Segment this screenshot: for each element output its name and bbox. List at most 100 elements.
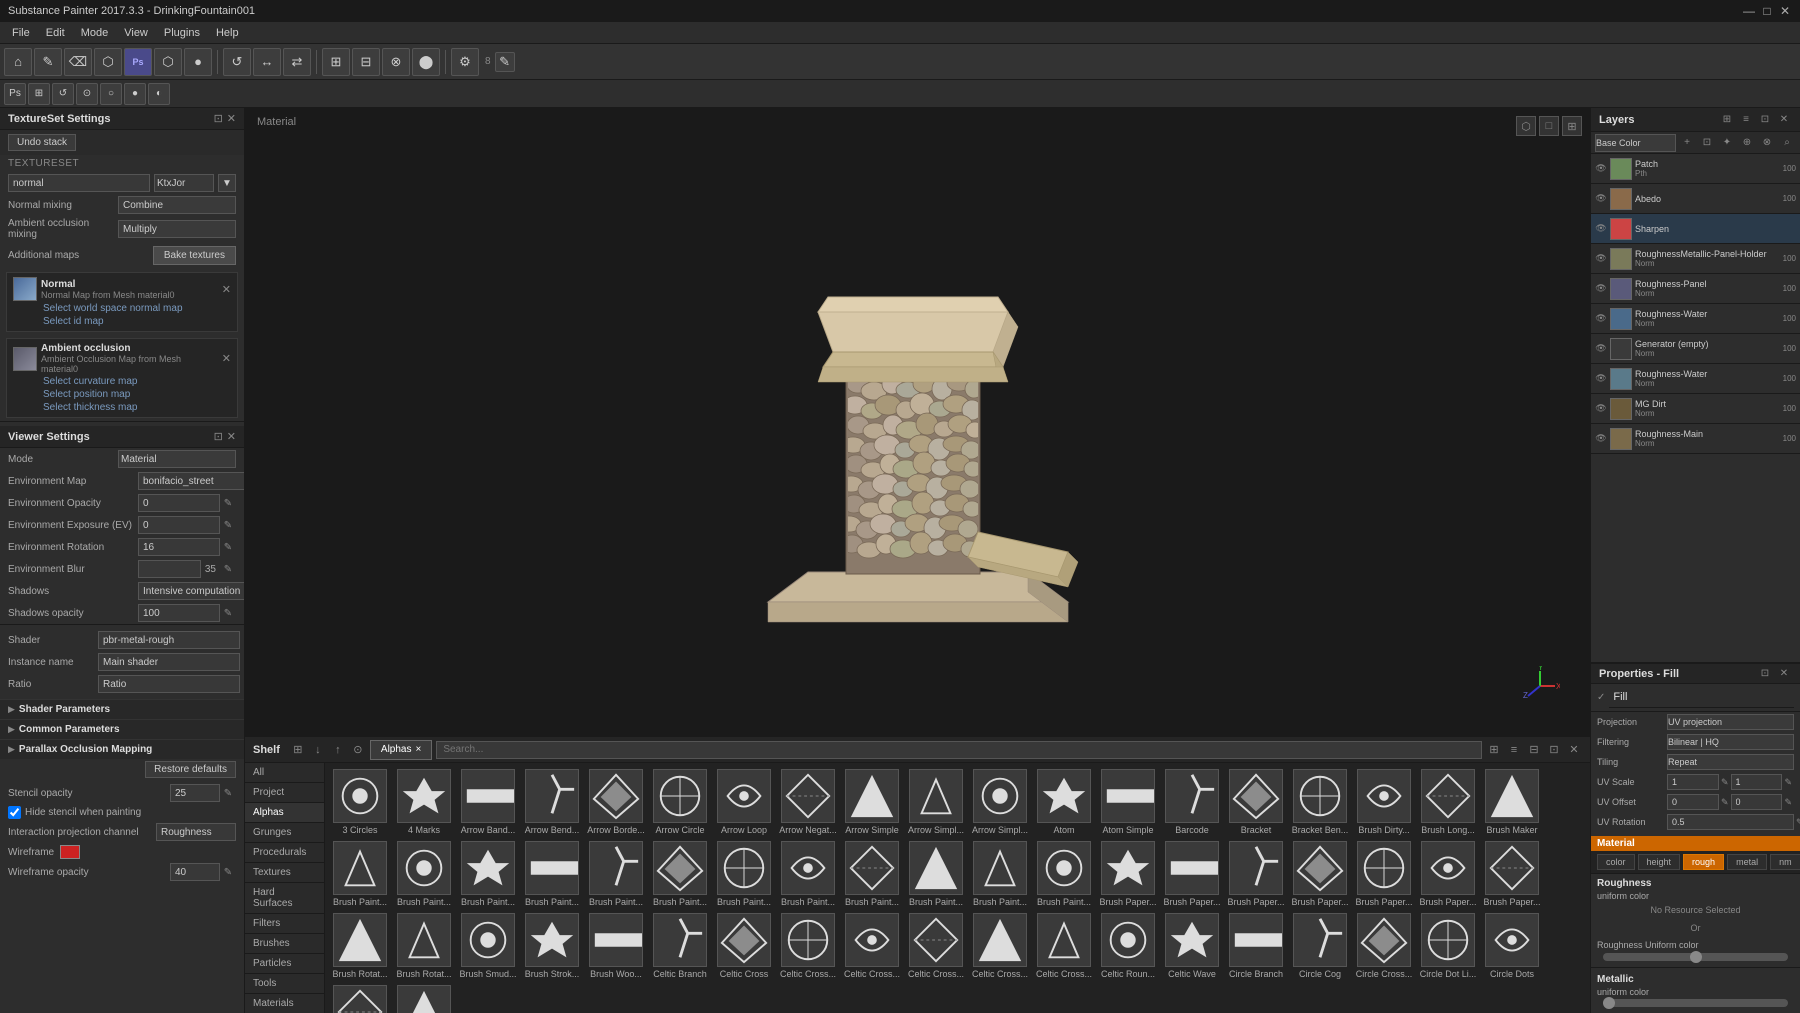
layer-tool-add[interactable]: + [1678, 134, 1696, 152]
base-color-select[interactable]: Base Color [1595, 134, 1676, 152]
shelf-item-20[interactable]: Brush Paint... [393, 839, 455, 909]
layer-eye-2[interactable]: 👁 [1595, 223, 1607, 235]
textureset-header[interactable]: TextureSet Settings ⊡ ✕ [0, 108, 244, 130]
tb2-btn4[interactable]: ⊙ [76, 83, 98, 105]
shelf-item-37[interactable]: Brush Paper... [1481, 839, 1543, 909]
hide-stencil-checkbox[interactable] [8, 806, 21, 819]
shelf-item-5[interactable]: Arrow Circle [649, 767, 711, 837]
layers-icon1[interactable]: ⊞ [1719, 112, 1735, 128]
shelf-icon-btn1[interactable]: ⊞ [1486, 742, 1502, 758]
shelf-item-49[interactable]: Celtic Cross... [1033, 911, 1095, 981]
shelf-item-19[interactable]: Brush Paint... [329, 839, 391, 909]
vp-nav-btn1[interactable]: ⬡ [1516, 116, 1536, 136]
shelf-item-46[interactable]: Celtic Cross... [841, 911, 903, 981]
roughness-slider[interactable] [1603, 953, 1788, 961]
shelf-item-29[interactable]: Brush Paint... [969, 839, 1031, 909]
layer-eye-1[interactable]: 👁 [1595, 193, 1607, 205]
toolbar-settings-btn[interactable]: ⚙ [451, 48, 479, 76]
layer-eye-3[interactable]: 👁 [1595, 253, 1607, 265]
shelf-item-58[interactable]: Circle Empty... [393, 983, 455, 1013]
toolbar-eraser-btn[interactable]: ⌫ [64, 48, 92, 76]
mat-tab-metal[interactable]: metal [1727, 854, 1767, 870]
mat-tab-height[interactable]: height [1638, 854, 1681, 870]
shelf-cat-filters[interactable]: Filters [245, 914, 324, 934]
shelf-item-42[interactable]: Brush Woo... [585, 911, 647, 981]
stencil-input[interactable] [170, 784, 220, 802]
ao-map-close[interactable]: ✕ [222, 352, 231, 365]
shelf-settings-btn[interactable]: ⊙ [350, 742, 366, 758]
shadows-opacity-input[interactable] [138, 604, 220, 622]
tiling-select[interactable]: Repeat [1667, 754, 1794, 770]
props-expand-btn[interactable]: ⊡ [1757, 666, 1773, 682]
shadows-opacity-edit[interactable]: ✎ [220, 605, 236, 621]
toolbar-3d-btn[interactable]: ⬡ [154, 48, 182, 76]
shelf-item-2[interactable]: Arrow Band... [457, 767, 519, 837]
shelf-cat-alphas[interactable]: Alphas [245, 803, 324, 823]
toolbar-home-btn[interactable]: ⌂ [4, 48, 32, 76]
shelf-item-23[interactable]: Brush Paint... [585, 839, 647, 909]
mat-tab-color[interactable]: color [1597, 854, 1635, 870]
layer-eye-8[interactable]: 👁 [1595, 403, 1607, 415]
maximize-btn[interactable]: □ [1760, 4, 1774, 18]
shelf-item-54[interactable]: Circle Cross... [1353, 911, 1415, 981]
shelf-cat-grunges[interactable]: Grunges [245, 823, 324, 843]
shelf-item-51[interactable]: Celtic Wave [1161, 911, 1223, 981]
shelf-item-33[interactable]: Brush Paper... [1225, 839, 1287, 909]
undo-stack-btn[interactable]: Undo stack [8, 134, 76, 151]
toolbar-rotate-btn[interactable]: ↺ [223, 48, 251, 76]
shelf-item-41[interactable]: Brush Strok... [521, 911, 583, 981]
shelf-item-53[interactable]: Circle Cog [1289, 911, 1351, 981]
uv-scale-input2[interactable] [1731, 774, 1783, 790]
shelf-item-32[interactable]: Brush Paper... [1161, 839, 1223, 909]
toolbar-flip-btn[interactable]: ↔ [253, 48, 281, 76]
metallic-slider[interactable] [1603, 999, 1788, 1007]
env-opacity-input[interactable] [138, 494, 220, 512]
vp-nav-btn2[interactable]: □ [1539, 116, 1559, 136]
shelf-item-39[interactable]: Brush Rotat... [393, 911, 455, 981]
menu-view[interactable]: View [116, 22, 156, 44]
layer-tool-copy[interactable]: ⊕ [1738, 134, 1756, 152]
layers-icon3[interactable]: ⊡ [1757, 112, 1773, 128]
projection-select[interactable]: UV projection [1667, 714, 1794, 730]
shelf-item-22[interactable]: Brush Paint... [521, 839, 583, 909]
titlebar-controls[interactable]: — □ ✕ [1742, 4, 1792, 18]
shelf-item-21[interactable]: Brush Paint... [457, 839, 519, 909]
viewport[interactable]: Material ⬡ □ ⊞ [245, 108, 1590, 736]
shelf-item-30[interactable]: Brush Paint... [1033, 839, 1095, 909]
viewer-settings-header[interactable]: Viewer Settings ⊡ ✕ [0, 426, 244, 448]
shelf-item-7[interactable]: Arrow Negat... [777, 767, 839, 837]
shelf-cat-materials[interactable]: Materials [245, 994, 324, 1013]
shelf-item-43[interactable]: Celtic Branch [649, 911, 711, 981]
viewer-close-btn[interactable]: ✕ [227, 430, 236, 443]
vp-nav-btn3[interactable]: ⊞ [1562, 116, 1582, 136]
viewer-expand-btn[interactable]: ⊡ [214, 430, 223, 443]
layer-item-8[interactable]: 👁 MG Dirt Norm 100 [1591, 394, 1800, 424]
resolution-btn[interactable]: ▼ [218, 174, 236, 192]
toolbar-render-btn[interactable]: ⬤ [412, 48, 440, 76]
tb2-btn2[interactable]: ⊞ [28, 83, 50, 105]
shelf-item-8[interactable]: Arrow Simple [841, 767, 903, 837]
layer-item-1[interactable]: 👁 Abedo 100 [1591, 184, 1800, 214]
shelf-search-input[interactable] [436, 741, 1482, 759]
normal-mixing-select[interactable]: Combine [118, 196, 236, 214]
shelf-item-1[interactable]: 4 Marks [393, 767, 455, 837]
shelf-item-10[interactable]: Arrow Simpl... [969, 767, 1031, 837]
normal-map-link2[interactable]: Select id map [13, 314, 231, 327]
layer-eye-0[interactable]: 👁 [1595, 163, 1607, 175]
env-map-input[interactable] [138, 472, 245, 490]
shelf-cat-all[interactable]: All [245, 763, 324, 783]
shelf-item-26[interactable]: Brush Paint... [777, 839, 839, 909]
shelf-import-btn[interactable]: ↓ [310, 742, 326, 758]
shelf-item-52[interactable]: Circle Branch [1225, 911, 1287, 981]
resolution-select[interactable]: KtxJor [154, 174, 214, 192]
shelf-cat-textures[interactable]: Textures [245, 863, 324, 883]
normal-map-link1[interactable]: Select world space normal map [13, 301, 231, 314]
menu-help[interactable]: Help [208, 22, 247, 44]
shader-params-header[interactable]: ▶ Shader Parameters [0, 700, 244, 719]
menu-mode[interactable]: Mode [73, 22, 117, 44]
shelf-item-55[interactable]: Circle Dot Li... [1417, 911, 1479, 981]
minimize-btn[interactable]: — [1742, 4, 1756, 18]
layer-item-7[interactable]: 👁 Roughness-Water Norm 100 [1591, 364, 1800, 394]
shelf-cat-hard-surfaces[interactable]: Hard Surfaces [245, 883, 324, 914]
shelf-cat-procedurals[interactable]: Procedurals [245, 843, 324, 863]
